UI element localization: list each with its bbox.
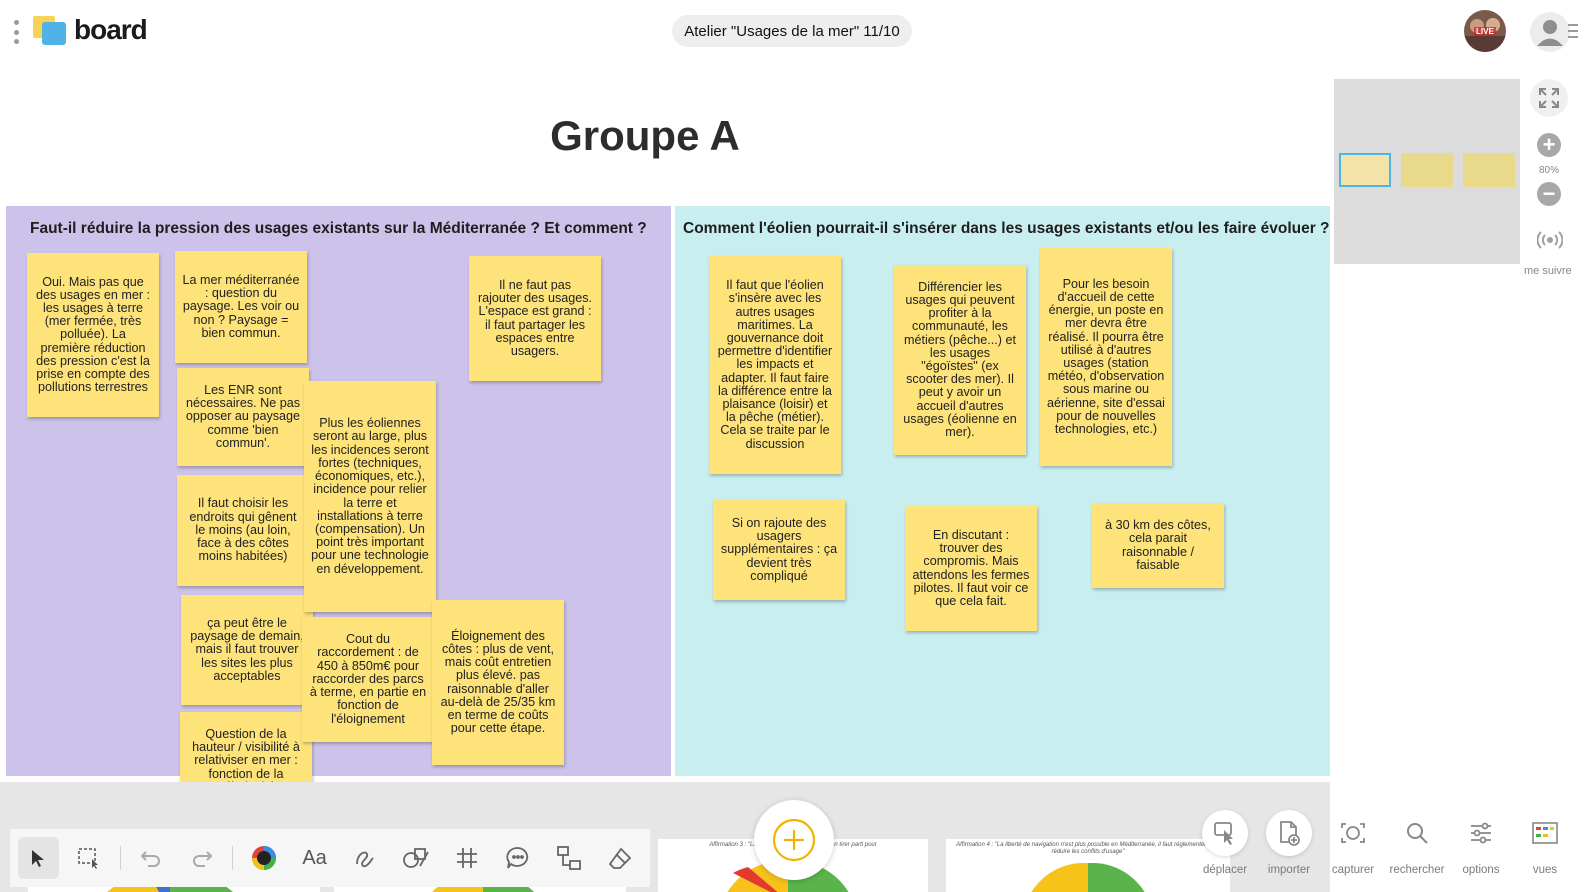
views-button[interactable]: vues bbox=[1515, 810, 1575, 876]
minimap-board-current[interactable] bbox=[1339, 153, 1391, 187]
zone-question: Comment l'éolien pourrait-il s'insérer d… bbox=[683, 220, 1330, 237]
sticky-note[interactable]: ça peut être le paysage de demain, mais … bbox=[181, 595, 313, 705]
undo-icon[interactable] bbox=[131, 837, 172, 879]
sticky-note[interactable]: Plus les éoliennes seront au large, plus… bbox=[304, 381, 436, 612]
action-label: rechercher bbox=[1389, 864, 1445, 876]
minimap-board[interactable] bbox=[1401, 153, 1453, 187]
shape-icon[interactable] bbox=[396, 837, 437, 879]
search-icon bbox=[1394, 810, 1440, 856]
sticky-note[interactable]: Il faut que l'éolien s'insère avec les a… bbox=[709, 256, 841, 474]
sticky-note[interactable]: En discutant : trouver des compromis. Ma… bbox=[905, 506, 1037, 631]
broadcast-icon[interactable] bbox=[1536, 230, 1586, 255]
sticky-note[interactable]: Il ne faut pas rajouter des usages. L'es… bbox=[469, 256, 601, 381]
main-menu-icon[interactable] bbox=[10, 20, 22, 44]
connector-icon[interactable] bbox=[548, 837, 589, 879]
action-label: déplacer bbox=[1202, 864, 1248, 876]
color-icon[interactable] bbox=[243, 837, 284, 879]
minimap-board[interactable] bbox=[1463, 153, 1515, 187]
user-menu-icon[interactable] bbox=[1568, 24, 1578, 38]
sticky-note[interactable]: à 30 km des côtes, cela parait raisonnab… bbox=[1092, 503, 1224, 588]
user-avatar-icon[interactable] bbox=[1530, 12, 1570, 52]
minimap[interactable] bbox=[1334, 79, 1520, 264]
live-avatar[interactable]: LIVE bbox=[1464, 10, 1506, 52]
add-slide-button[interactable] bbox=[754, 800, 834, 880]
app-name: board bbox=[74, 14, 148, 45]
grid-icon[interactable] bbox=[447, 837, 488, 879]
follow-label[interactable]: me suivre bbox=[1524, 265, 1586, 277]
sticky-note[interactable]: Cout du raccordement : de 450 à 850m€ po… bbox=[302, 617, 434, 742]
sticky-note[interactable]: Oui. Mais pas que des usages en mer : le… bbox=[27, 253, 159, 417]
capture-icon bbox=[1330, 810, 1376, 856]
session-title[interactable]: Atelier "Usages de la mer" 11/10 bbox=[672, 15, 912, 47]
live-badge: LIVE bbox=[1474, 27, 1496, 36]
fullscreen-icon[interactable] bbox=[1530, 79, 1568, 117]
comment-icon[interactable] bbox=[498, 837, 539, 879]
toolbar-separator bbox=[232, 846, 234, 870]
views-icon bbox=[1522, 810, 1568, 856]
action-label: options bbox=[1462, 864, 1500, 876]
action-label: vues bbox=[1532, 864, 1558, 876]
redo-icon[interactable] bbox=[182, 837, 223, 879]
sticky-note[interactable]: Si on rajoute des usagers supplémentaire… bbox=[713, 500, 845, 600]
select-icon[interactable] bbox=[18, 837, 59, 879]
move-icon bbox=[1202, 810, 1248, 856]
capture-button[interactable]: capturer bbox=[1323, 810, 1383, 876]
toolbar-separator bbox=[119, 846, 121, 870]
action-label: importer bbox=[1267, 864, 1311, 876]
sticky-note[interactable]: Les ENR sont nécessaires. Ne pas opposer… bbox=[177, 368, 309, 466]
options-button[interactable]: options bbox=[1451, 810, 1511, 876]
board-logo-icon bbox=[33, 16, 67, 46]
eraser-icon[interactable] bbox=[599, 837, 640, 879]
zoom-out-icon[interactable]: − bbox=[1537, 182, 1561, 206]
sticky-note[interactable]: Pour les besoin d'accueil de cette énerg… bbox=[1040, 248, 1172, 466]
sticky-note[interactable]: Différencier les usages qui peuvent prof… bbox=[894, 265, 1026, 455]
sticky-note[interactable]: Éloignement des côtes : plus de vent, ma… bbox=[432, 600, 564, 765]
zoom-in-icon[interactable]: + bbox=[1537, 133, 1561, 157]
zoom-level: 80% bbox=[1539, 165, 1560, 176]
pen-icon[interactable] bbox=[345, 837, 386, 879]
sticky-note[interactable]: Il faut choisir les endroits qui gênent … bbox=[177, 475, 309, 586]
import-button[interactable]: importer bbox=[1259, 810, 1319, 876]
drawing-toolbar: Aa bbox=[10, 829, 650, 887]
action-label: capturer bbox=[1331, 864, 1375, 876]
board-title: Groupe A bbox=[550, 112, 740, 159]
sticky-note[interactable]: La mer méditerranée : question du paysag… bbox=[175, 251, 307, 363]
zone-question: Faut-il réduire la pression des usages e… bbox=[30, 220, 647, 237]
zoom-controls: + 80% − me suivre bbox=[1524, 79, 1586, 277]
move-button[interactable]: déplacer bbox=[1195, 810, 1255, 876]
area-select-icon[interactable] bbox=[69, 837, 110, 879]
sliders-icon bbox=[1458, 810, 1504, 856]
slide-thumbnail[interactable]: Affirmation 4 : "La liberté de navigatio… bbox=[946, 839, 1230, 892]
import-icon bbox=[1266, 810, 1312, 856]
text-icon[interactable]: Aa bbox=[294, 837, 335, 879]
slide-caption: Affirmation 4 : "La liberté de navigatio… bbox=[956, 842, 1220, 855]
search-button[interactable]: rechercher bbox=[1387, 810, 1447, 876]
